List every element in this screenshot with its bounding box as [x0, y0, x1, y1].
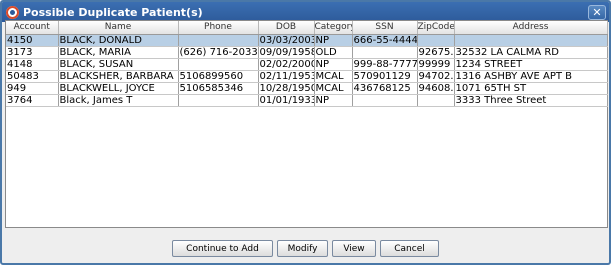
cell-category: MCAL — [314, 70, 353, 83]
cell-ssn: 570901129 — [352, 70, 418, 83]
cell-dob: 10/28/1950 — [258, 82, 315, 95]
cell-ssn — [352, 46, 418, 59]
cell-account: 3173 — [6, 46, 59, 59]
cell-address: 32532 LA CALMA RD — [454, 46, 608, 59]
modify-button[interactable]: Modify — [277, 240, 328, 257]
cell-account: 4150 — [6, 34, 59, 47]
cell-name: Black, James T — [58, 94, 179, 107]
cell-name: BLACKSHER, BARBARA — [58, 70, 179, 83]
continue-to-add-button[interactable]: Continue to Add — [172, 240, 273, 257]
cell-category: NP — [314, 34, 353, 47]
patients-table: Account Name Phone DOB Category SSN ZipC… — [6, 21, 608, 107]
cell-address: 3333 Three Street — [454, 94, 608, 107]
close-icon[interactable]: ✕ — [588, 4, 606, 20]
patients-table-frame: Account Name Phone DOB Category SSN ZipC… — [5, 20, 608, 228]
cell-ssn: 436768125 — [352, 82, 418, 95]
view-button[interactable]: View — [332, 240, 376, 257]
cell-zipcode — [417, 94, 455, 107]
cell-ssn: 666-55-4444 — [352, 34, 418, 47]
table-row[interactable]: 3764 Black, James T 01/01/1933 NP 3333 T… — [6, 94, 608, 107]
table-row[interactable]: 4150 BLACK, DONALD 03/03/2003 NP 666-55-… — [6, 34, 608, 47]
column-header-zipcode[interactable]: ZipCode — [417, 21, 455, 35]
cell-ssn — [352, 94, 418, 107]
cell-address: 1071 65TH ST — [454, 82, 608, 95]
cell-dob: 09/09/1958 — [258, 46, 315, 59]
cell-address: 1316 ASHBY AVE APT B — [454, 70, 608, 83]
column-header-ssn[interactable]: SSN — [352, 21, 418, 35]
cell-address — [454, 34, 608, 47]
table-header: Account Name Phone DOB Category SSN ZipC… — [6, 21, 608, 35]
cell-zipcode — [417, 34, 455, 47]
cell-dob: 01/01/1933 — [258, 94, 315, 107]
cell-dob: 02/02/2000 — [258, 58, 315, 71]
cell-zipcode: 94702… — [417, 70, 455, 83]
cell-account: 3764 — [6, 94, 59, 107]
app-icon — [6, 5, 19, 19]
cell-zipcode: 94608… — [417, 82, 455, 95]
cell-dob: 03/03/2003 — [258, 34, 315, 47]
column-header-dob[interactable]: DOB — [258, 21, 315, 35]
cell-name: BLACKWELL, JOYCE — [58, 82, 179, 95]
column-header-account[interactable]: Account — [6, 21, 59, 35]
cell-address: 1234 STREET — [454, 58, 608, 71]
cell-category: MCAL — [314, 82, 353, 95]
column-header-category[interactable]: Category — [314, 21, 353, 35]
table-row[interactable]: 4148 BLACK, SUSAN 02/02/2000 NP 999-88-7… — [6, 58, 608, 71]
cell-phone — [178, 58, 259, 71]
cell-ssn: 999-88-7777 — [352, 58, 418, 71]
column-header-address[interactable]: Address — [454, 21, 608, 35]
cell-name: BLACK, MARIA — [58, 46, 179, 59]
cell-category: NP — [314, 94, 353, 107]
column-header-phone[interactable]: Phone — [178, 21, 259, 35]
column-header-name[interactable]: Name — [58, 21, 179, 35]
cancel-button[interactable]: Cancel — [380, 240, 439, 257]
cell-phone: 5106585346 — [178, 82, 259, 95]
cell-phone — [178, 94, 259, 107]
table-row[interactable]: 50483 BLACKSHER, BARBARA 5106899560 02/1… — [6, 70, 608, 83]
duplicate-patients-dialog: Possible Duplicate Patient(s) ✕ Account … — [0, 0, 611, 265]
cell-name: BLACK, DONALD — [58, 34, 179, 47]
cell-zipcode: 99999 — [417, 58, 455, 71]
cell-phone: (626) 716-2033 — [178, 46, 259, 59]
cell-category: NP — [314, 58, 353, 71]
window-title: Possible Duplicate Patient(s) — [23, 5, 203, 19]
cell-zipcode: 92675… — [417, 46, 455, 59]
table-row[interactable]: 949 BLACKWELL, JOYCE 5106585346 10/28/19… — [6, 82, 608, 95]
cell-account: 4148 — [6, 58, 59, 71]
cell-name: BLACK, SUSAN — [58, 58, 179, 71]
cell-dob: 02/11/1953 — [258, 70, 315, 83]
table-row[interactable]: 3173 BLACK, MARIA (626) 716-2033 09/09/1… — [6, 46, 608, 59]
title-bar[interactable]: Possible Duplicate Patient(s) ✕ — [2, 2, 609, 22]
cell-account: 50483 — [6, 70, 59, 83]
cell-account: 949 — [6, 82, 59, 95]
cell-phone: 5106899560 — [178, 70, 259, 83]
cell-category: OLD — [314, 46, 353, 59]
button-bar: Continue to Add Modify View Cancel — [2, 240, 609, 257]
cell-phone — [178, 34, 259, 47]
